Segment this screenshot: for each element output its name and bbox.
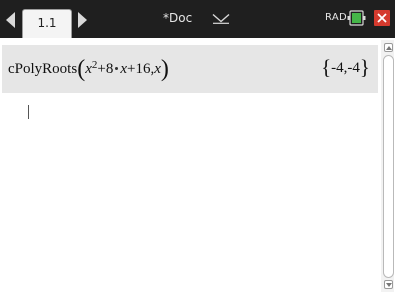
- function-name: cPolyRoots: [8, 61, 78, 77]
- history-result: {-4,-4}: [321, 55, 370, 80]
- text-cursor: [28, 105, 29, 119]
- close-icon: [377, 13, 387, 23]
- solve-variable: x: [154, 61, 161, 77]
- scrollbar[interactable]: [381, 40, 394, 292]
- history-expression: cPolyRoots(x2+8 x+16,x): [8, 57, 169, 81]
- close-brace: }: [359, 55, 370, 79]
- top-toolbar: 1.1 *Doc RAD: [0, 0, 395, 38]
- angle-mode-indicator: RAD: [325, 12, 347, 23]
- scroll-up-icon[interactable]: [384, 43, 393, 52]
- chevron-down-icon[interactable]: [212, 13, 230, 24]
- scroll-down-icon[interactable]: [384, 280, 393, 289]
- open-paren: (: [77, 56, 86, 82]
- term-variable: x: [120, 61, 127, 77]
- document-title[interactable]: *Doc: [163, 10, 192, 26]
- term-exponent: 2: [91, 59, 98, 71]
- page-tab-label: 1.1: [37, 16, 57, 30]
- scroll-track[interactable]: [383, 55, 394, 278]
- tab-page[interactable]: 1.1: [22, 9, 72, 38]
- term-coefficient: +8: [97, 61, 114, 77]
- battery-icon: [347, 10, 366, 26]
- close-paren: ): [160, 56, 169, 82]
- triangle-right-icon[interactable]: [78, 12, 87, 28]
- term-constant: +16,: [127, 61, 155, 77]
- multiply-dot: [115, 67, 119, 70]
- term-base: x: [85, 61, 92, 77]
- history-entry[interactable]: cPolyRoots(x2+8 x+16,x) {-4,-4}: [2, 45, 378, 93]
- triangle-left-icon[interactable]: [6, 12, 15, 28]
- result-values: -4,-4: [331, 60, 360, 76]
- open-brace: {: [321, 55, 332, 79]
- close-button[interactable]: [374, 10, 390, 26]
- entry-line[interactable]: [2, 93, 378, 123]
